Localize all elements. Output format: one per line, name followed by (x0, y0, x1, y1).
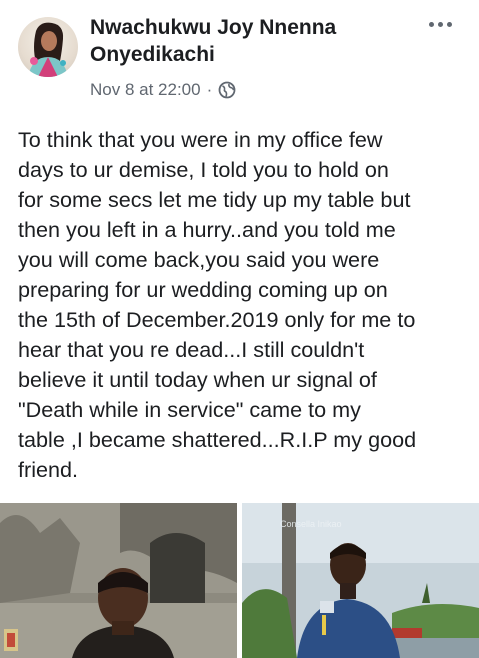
photo-watermark: Consella Inikao (280, 519, 342, 529)
meta-separator: · (206, 80, 213, 99)
post-photo-right[interactable]: Consella Inikao (242, 503, 479, 658)
more-options-icon[interactable] (429, 22, 452, 27)
globe-icon[interactable] (218, 81, 236, 99)
post-text: To think that you were in my office few … (18, 127, 417, 482)
more-dot (438, 22, 443, 27)
post-photo-left[interactable] (0, 503, 237, 658)
facebook-post: Nwachukwu Joy Nnenna Onyedikachi Nov 8 a… (0, 0, 479, 658)
author-avatar[interactable] (18, 17, 78, 77)
post-meta: Nov 8 at 22:00 · (90, 80, 236, 100)
author-name[interactable]: Nwachukwu Joy Nnenna Onyedikachi (90, 14, 390, 68)
post-timestamp[interactable]: Nov 8 at 22:00 (90, 80, 201, 100)
more-dot (447, 22, 452, 27)
more-dot (429, 22, 434, 27)
